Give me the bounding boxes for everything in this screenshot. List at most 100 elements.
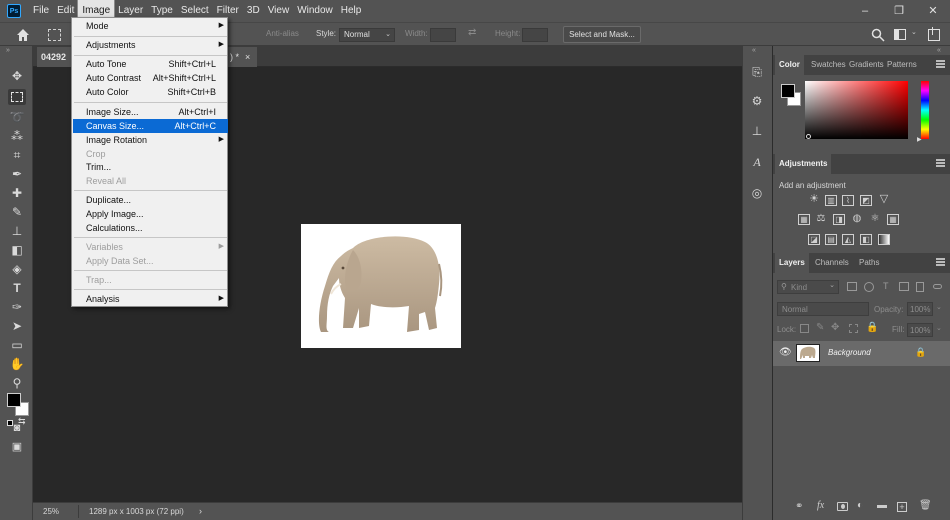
tab-swatches[interactable]: Swatches — [807, 55, 850, 75]
gradient-map-icon[interactable] — [878, 234, 890, 245]
character-panel-icon[interactable]: A — [749, 154, 765, 170]
opacity-input[interactable]: 100% — [907, 302, 933, 316]
vibrance-icon[interactable]: ▽ — [878, 194, 890, 206]
link-layers-icon[interactable]: ⚭ — [795, 501, 803, 512]
menu-item-calculations[interactable]: Calculations... — [73, 221, 228, 235]
lock-all-icon[interactable]: 🔒 — [866, 322, 878, 333]
collapse-toolbar-icon[interactable]: » — [6, 47, 10, 54]
layer-filter-select[interactable]: ⚲ Kind ⌄ — [777, 280, 839, 294]
screen-mode-icon[interactable]: ▣ — [8, 439, 26, 455]
fill-input[interactable]: 100% — [907, 323, 933, 337]
menu-view[interactable]: View — [264, 0, 294, 22]
hue-slider[interactable] — [921, 81, 929, 139]
filter-smart-object-icon[interactable] — [916, 282, 924, 292]
navigator-icon[interactable]: ◎ — [749, 185, 765, 201]
layer-style-icon[interactable]: fx — [817, 500, 824, 511]
lock-artboard-icon[interactable] — [849, 324, 858, 333]
color-balance-icon[interactable]: ⚖ — [815, 214, 827, 225]
crop-tool-icon[interactable]: ⌗ — [8, 147, 26, 163]
tab-layers[interactable]: Layers — [775, 253, 809, 273]
menu-help[interactable]: Help — [337, 0, 366, 22]
close-window-button[interactable]: ✕ — [916, 0, 950, 22]
menu-item-auto-tone[interactable]: Auto Tone Shift+Ctrl+L — [73, 57, 228, 71]
select-and-mask-button[interactable]: Select and Mask... — [563, 26, 641, 43]
marquee-tool-preset-icon[interactable] — [48, 29, 61, 41]
layers-panel-menu-icon[interactable] — [936, 258, 945, 266]
layer-visibility-eye-icon[interactable]: 👁 — [779, 347, 792, 358]
document-canvas[interactable] — [301, 224, 461, 348]
collapse-panels-icon[interactable]: « — [937, 47, 941, 54]
object-selection-tool-icon[interactable]: ⁂ — [8, 128, 26, 144]
collapse-strip-icon[interactable]: « — [752, 47, 756, 54]
selective-color-icon[interactable]: ◧ — [860, 234, 872, 245]
lasso-tool-icon[interactable]: ➰ — [8, 109, 26, 125]
search-icon[interactable] — [871, 28, 885, 42]
curves-icon[interactable]: ⌇ — [842, 195, 854, 206]
color-field[interactable] — [805, 81, 908, 139]
lock-position-icon[interactable]: ✥ — [831, 322, 839, 333]
zoom-level[interactable]: 25% — [43, 507, 59, 516]
healing-brush-tool-icon[interactable]: ✚ — [8, 185, 26, 201]
height-input[interactable] — [522, 28, 548, 42]
tab-patterns[interactable]: Patterns — [883, 55, 921, 75]
levels-icon[interactable]: ▥ — [825, 195, 837, 206]
delete-layer-icon[interactable]: 🗑 — [919, 500, 932, 511]
move-tool-icon[interactable]: ✥ — [8, 68, 26, 84]
zoom-tool-icon[interactable]: ⚲ — [8, 375, 26, 391]
tab-channels[interactable]: Channels — [811, 253, 853, 273]
brush-settings-icon[interactable]: ⊥ — [749, 123, 765, 139]
properties-icon[interactable]: ⚙ — [749, 93, 765, 109]
path-selection-tool-icon[interactable]: ➤ — [8, 318, 26, 334]
workspace-icon[interactable] — [894, 29, 906, 40]
filter-type-icon[interactable]: T — [883, 281, 889, 291]
layer-row-background[interactable]: 👁 Background 🔒 — [773, 341, 950, 366]
hue-saturation-icon[interactable]: ▦ — [798, 214, 810, 225]
menu-file[interactable]: File — [29, 0, 53, 22]
swap-icon[interactable]: ⇄ — [468, 27, 476, 38]
add-mask-icon[interactable] — [837, 502, 848, 511]
new-group-icon[interactable]: ▬ — [877, 500, 887, 511]
tab-paths[interactable]: Paths — [855, 253, 883, 273]
exposure-icon[interactable]: ◩ — [860, 195, 872, 206]
foreground-color-swatch[interactable] — [7, 393, 21, 407]
color-panel-menu-icon[interactable] — [936, 60, 945, 68]
menu-item-trim[interactable]: Trim... — [73, 160, 228, 174]
menu-item-auto-contrast[interactable]: Auto Contrast Alt+Shift+Ctrl+L — [73, 71, 228, 85]
filter-toggle-icon[interactable] — [933, 284, 942, 289]
new-adjustment-layer-icon[interactable]: ◐ — [857, 500, 863, 511]
menu-item-adjustments[interactable]: Adjustments ▶ — [73, 38, 228, 52]
hand-tool-icon[interactable]: ✋ — [8, 356, 26, 372]
pen-tool-icon[interactable]: ✑ — [8, 299, 26, 315]
filter-pixel-icon[interactable] — [847, 282, 857, 291]
menu-3d[interactable]: 3D — [243, 0, 264, 22]
eyedropper-tool-icon[interactable]: ✒ — [8, 166, 26, 182]
rectangle-tool-icon[interactable]: ▭ — [8, 337, 26, 353]
filter-adjustment-icon[interactable] — [864, 282, 874, 292]
opacity-chevron-icon[interactable]: ⌄ — [936, 303, 942, 311]
invert-icon[interactable]: ◪ — [808, 234, 820, 245]
menu-item-duplicate[interactable]: Duplicate... — [73, 193, 228, 207]
clone-stamp-tool-icon[interactable]: ⊥ — [8, 223, 26, 239]
menu-item-analysis[interactable]: Analysis ▶ — [73, 292, 228, 306]
channel-mixer-icon[interactable]: ⚛ — [869, 214, 881, 225]
menu-item-image-rotation[interactable]: Image Rotation ▶ — [73, 133, 228, 147]
minimize-button[interactable]: – — [848, 0, 882, 22]
tab-color[interactable]: Color — [775, 55, 804, 75]
color-picker-marker[interactable] — [806, 134, 811, 139]
rectangular-marquee-tool-icon[interactable] — [8, 89, 26, 105]
restore-button[interactable]: ❐ — [882, 0, 916, 22]
brush-tool-icon[interactable]: ✎ — [8, 204, 26, 220]
new-layer-icon[interactable]: + — [897, 502, 907, 512]
quick-mask-icon[interactable]: ◙ — [8, 420, 26, 436]
menu-item-mode[interactable]: Mode ▶ — [73, 19, 228, 33]
eraser-tool-icon[interactable]: ◧ — [8, 242, 26, 258]
menu-item-apply-image[interactable]: Apply Image... — [73, 207, 228, 221]
adjustments-panel-menu-icon[interactable] — [936, 159, 945, 167]
menu-window[interactable]: Window — [293, 0, 337, 22]
threshold-icon[interactable]: ◭ — [842, 234, 854, 245]
paint-bucket-tool-icon[interactable]: ◈ — [8, 261, 26, 277]
width-input[interactable] — [430, 28, 456, 42]
share-icon[interactable] — [928, 27, 940, 41]
menu-item-auto-color[interactable]: Auto Color Shift+Ctrl+B — [73, 85, 228, 99]
black-white-icon[interactable]: ◨ — [833, 214, 845, 225]
